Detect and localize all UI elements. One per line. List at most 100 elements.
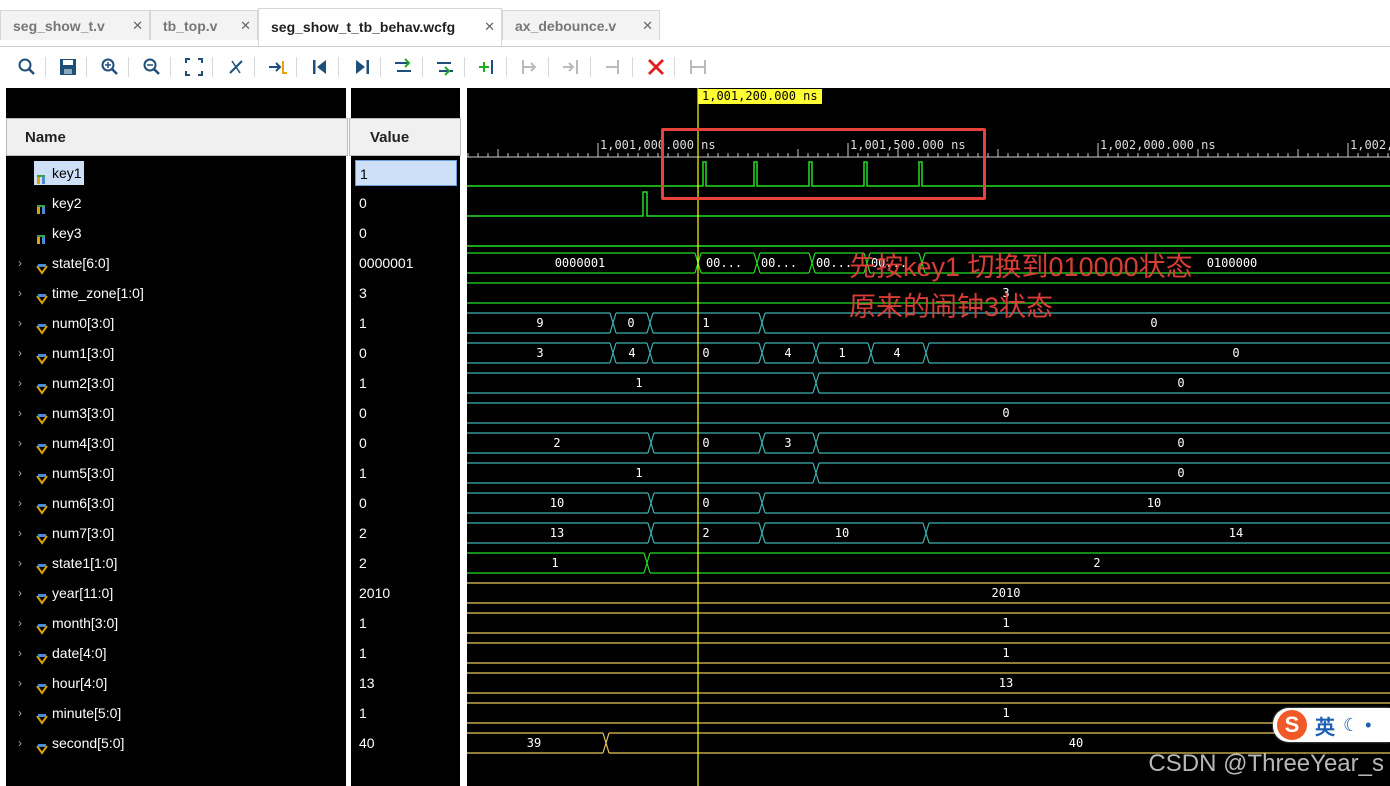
next-edge-icon[interactable] — [350, 55, 374, 79]
expand-chevron-icon[interactable]: › — [18, 698, 22, 728]
next-marker-icon[interactable] — [434, 55, 458, 79]
insert-icon[interactable] — [476, 55, 500, 79]
signal-value[interactable]: 1 — [355, 460, 461, 486]
save-icon[interactable] — [56, 55, 80, 79]
zoom-in-icon[interactable] — [98, 55, 122, 79]
expand-chevron-icon[interactable]: › — [18, 578, 22, 608]
signal-name[interactable]: month[3:0] — [34, 611, 120, 636]
signal-row-date[interactable]: › date[4:0] 1 — [6, 638, 460, 668]
ime-indicator[interactable]: S 英 ☾ • — [1273, 708, 1390, 742]
signal-value[interactable]: 0 — [355, 400, 461, 426]
expand-chevron-icon[interactable]: › — [18, 428, 22, 458]
zoom-fit-icon[interactable] — [182, 55, 206, 79]
expand-chevron-icon[interactable]: › — [18, 518, 22, 548]
signal-value[interactable]: 1 — [355, 310, 461, 336]
delete-icon[interactable] — [644, 55, 668, 79]
signal-name[interactable]: num7[3:0] — [34, 521, 116, 546]
expand-chevron-icon[interactable]: › — [18, 488, 22, 518]
signal-row-num6[interactable]: › num6[3:0] 0 — [6, 488, 460, 518]
zoom-out-icon[interactable] — [140, 55, 164, 79]
signal-value[interactable]: 1 — [355, 610, 461, 636]
expand-chevron-icon[interactable]: › — [18, 608, 22, 638]
tab-seg-show-t-tb-behav[interactable]: seg_show_t_tb_behav.wcfg ✕ — [258, 8, 502, 46]
tab-tb-top[interactable]: tb_top.v ✕ — [150, 10, 258, 40]
cursor-snap-icon[interactable] — [224, 55, 248, 79]
signal-row-key1[interactable]: key1 1 — [6, 158, 460, 188]
value-column-header[interactable]: Value — [349, 118, 461, 156]
signal-value[interactable]: 0 — [355, 340, 461, 366]
signal-row-minute[interactable]: › minute[5:0] 1 — [6, 698, 460, 728]
signal-name[interactable]: num0[3:0] — [34, 311, 116, 336]
signal-value[interactable]: 1 — [355, 640, 461, 666]
signal-row-num3[interactable]: › num3[3:0] 0 — [6, 398, 460, 428]
signal-row-year[interactable]: › year[11:0] 2010 — [6, 578, 460, 608]
signal-name[interactable]: num3[3:0] — [34, 401, 116, 426]
close-icon[interactable]: ✕ — [642, 11, 653, 41]
search-icon[interactable] — [15, 55, 39, 79]
signal-row-num0[interactable]: › num0[3:0] 1 — [6, 308, 460, 338]
signal-row-num4[interactable]: › num4[3:0] 0 — [6, 428, 460, 458]
signal-value[interactable]: 2 — [355, 520, 461, 546]
close-icon[interactable]: ✕ — [240, 11, 251, 41]
signal-name[interactable]: hour[4:0] — [34, 671, 109, 696]
signal-value[interactable]: 2 — [355, 550, 461, 576]
signal-name[interactable]: num1[3:0] — [34, 341, 116, 366]
expand-chevron-icon[interactable]: › — [18, 398, 22, 428]
signal-name[interactable]: minute[5:0] — [34, 701, 123, 726]
disabled-icon-1[interactable] — [518, 55, 542, 79]
signal-name[interactable]: state[6:0] — [34, 251, 112, 276]
signal-value[interactable]: 0 — [355, 190, 461, 216]
signal-row-time_zone[interactable]: › time_zone[1:0] 3 — [6, 278, 460, 308]
swap-icon[interactable] — [602, 55, 626, 79]
expand-chevron-icon[interactable]: › — [18, 308, 22, 338]
signal-row-num1[interactable]: › num1[3:0] 0 — [6, 338, 460, 368]
signal-row-state[interactable]: › state[6:0] 0000001 — [6, 248, 460, 278]
signal-row-num7[interactable]: › num7[3:0] 2 — [6, 518, 460, 548]
signal-name[interactable]: second[5:0] — [34, 731, 126, 756]
signal-value[interactable]: 0000001 — [355, 250, 461, 276]
signal-value[interactable]: 0 — [355, 430, 461, 456]
expand-chevron-icon[interactable]: › — [18, 278, 22, 308]
add-marker-icon[interactable] — [392, 55, 416, 79]
expand-chevron-icon[interactable]: › — [18, 338, 22, 368]
signal-name[interactable]: num2[3:0] — [34, 371, 116, 396]
signal-row-key3[interactable]: key3 0 — [6, 218, 460, 248]
signal-value[interactable]: 2010 — [355, 580, 461, 606]
tab-seg-show-t[interactable]: seg_show_t.v ✕ — [0, 10, 150, 40]
signal-name[interactable]: key1 — [34, 161, 84, 185]
disabled-icon-2[interactable] — [560, 55, 584, 79]
signal-name[interactable]: state1[1:0] — [34, 551, 119, 576]
signal-value[interactable]: 3 — [355, 280, 461, 306]
signal-value[interactable]: 13 — [355, 670, 461, 696]
tab-ax-debounce[interactable]: ax_debounce.v ✕ — [502, 10, 660, 40]
signal-value[interactable]: 0 — [355, 490, 461, 516]
name-column-header[interactable]: Name — [6, 118, 348, 156]
signal-row-key2[interactable]: key2 0 — [6, 188, 460, 218]
signal-name[interactable]: key3 — [34, 221, 84, 245]
expand-chevron-icon[interactable]: › — [18, 458, 22, 488]
signal-name[interactable]: date[4:0] — [34, 641, 109, 666]
signal-name[interactable]: year[11:0] — [34, 581, 115, 606]
signal-value[interactable]: 0 — [355, 220, 461, 246]
expand-chevron-icon[interactable]: › — [18, 668, 22, 698]
signal-row-num2[interactable]: › num2[3:0] 1 — [6, 368, 460, 398]
cursor-time-label[interactable]: 1,001,200.000 ns — [698, 89, 822, 104]
go-to-time-0-icon[interactable] — [266, 55, 290, 79]
disabled-icon-3[interactable] — [686, 55, 710, 79]
signal-value[interactable]: 1 — [355, 160, 457, 186]
signal-name[interactable]: time_zone[1:0] — [34, 281, 146, 306]
expand-chevron-icon[interactable]: › — [18, 728, 22, 758]
signal-row-month[interactable]: › month[3:0] 1 — [6, 608, 460, 638]
signal-value[interactable]: 1 — [355, 370, 461, 396]
signal-row-second[interactable]: › second[5:0] 40 — [6, 728, 460, 758]
signal-name[interactable]: num4[3:0] — [34, 431, 116, 456]
expand-chevron-icon[interactable]: › — [18, 638, 22, 668]
signal-row-num5[interactable]: › num5[3:0] 1 — [6, 458, 460, 488]
previous-edge-icon[interactable] — [308, 55, 332, 79]
expand-chevron-icon[interactable]: › — [18, 368, 22, 398]
signal-name[interactable]: num6[3:0] — [34, 491, 116, 516]
signal-value[interactable]: 40 — [355, 730, 461, 756]
signal-value[interactable]: 1 — [355, 700, 461, 726]
signal-row-state1[interactable]: › state1[1:0] 2 — [6, 548, 460, 578]
close-icon[interactable]: ✕ — [132, 11, 143, 41]
